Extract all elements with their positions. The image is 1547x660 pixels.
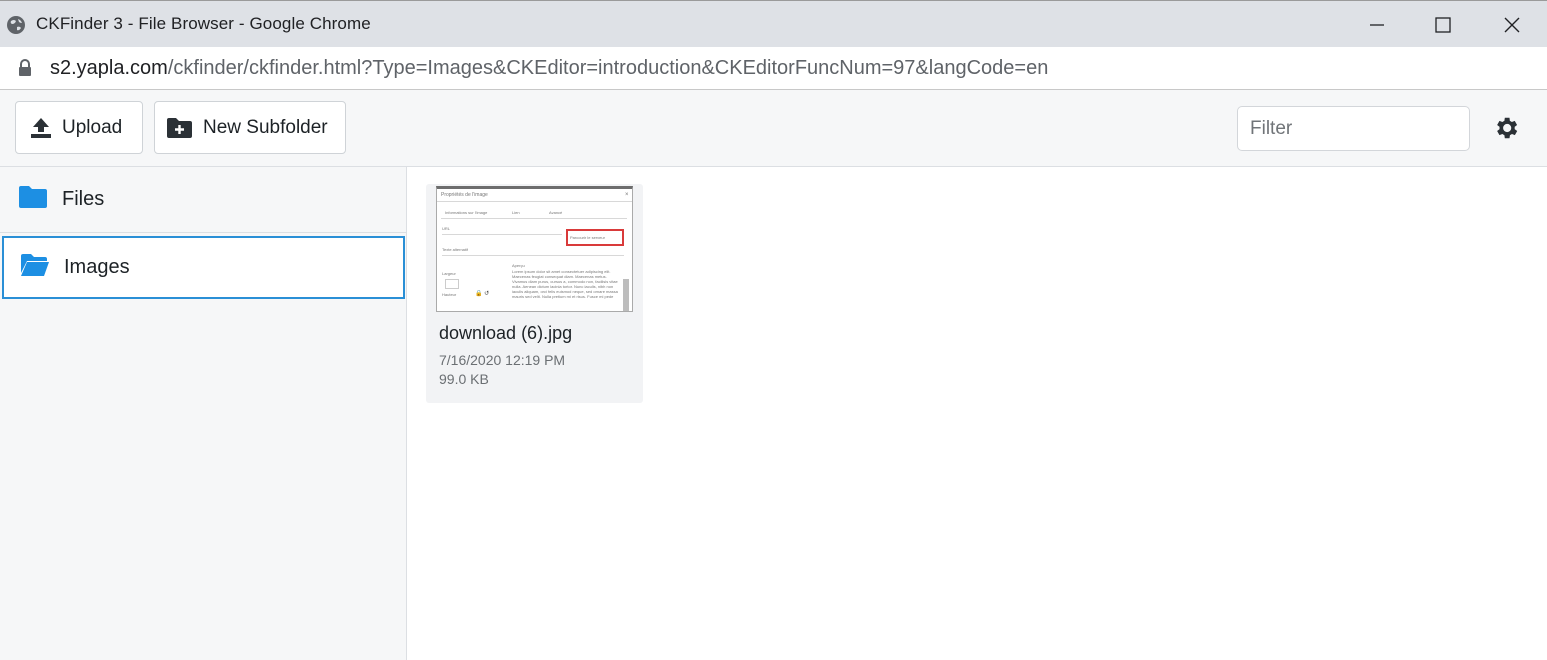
maximize-icon	[1435, 16, 1451, 33]
file-list: Propriétés de l'image × Informations sur…	[408, 167, 1547, 660]
file-date: 7/16/2020 12:19 PM	[439, 352, 566, 368]
file-thumbnail: Propriétés de l'image × Informations sur…	[436, 186, 633, 312]
close-icon	[1504, 17, 1520, 32]
url-host: s2.yapla.com	[50, 57, 168, 79]
folder-item-images[interactable]: Images	[2, 236, 405, 299]
globe-icon	[7, 16, 25, 34]
filter-input[interactable]	[1237, 106, 1470, 151]
folder-item-files[interactable]: Files	[0, 167, 407, 233]
gear-icon[interactable]	[1492, 114, 1520, 142]
new-subfolder-button[interactable]: New Subfolder	[154, 101, 346, 154]
url-path: /ckfinder/ckfinder.html?Type=Images&CKEd…	[167, 57, 1049, 79]
window-titlebar: CKFinder 3 - File Browser - Google Chrom…	[0, 0, 1547, 47]
folder-label: Images	[64, 256, 130, 278]
folder-plus-icon	[166, 117, 193, 139]
new-subfolder-label: New Subfolder	[203, 116, 328, 138]
file-size: 99.0 KB	[439, 371, 489, 387]
upload-icon	[30, 117, 52, 139]
folder-icon	[18, 185, 48, 215]
upload-label: Upload	[62, 116, 123, 138]
file-item[interactable]: Propriétés de l'image × Informations sur…	[426, 184, 643, 403]
folder-label: Files	[62, 188, 105, 210]
minimize-icon	[1370, 23, 1384, 26]
file-name: download (6).jpg	[439, 323, 573, 343]
folder-tree: Files Images	[0, 167, 407, 660]
url-text[interactable]: s2.yapla.com/ckfinder/ckfinder.html?Type…	[50, 57, 1048, 80]
lock-icon	[19, 59, 31, 76]
folder-open-icon	[20, 253, 50, 283]
minimize-button[interactable]	[1344, 1, 1410, 48]
upload-button[interactable]: Upload	[15, 101, 143, 154]
close-button[interactable]	[1479, 1, 1545, 48]
window-title: CKFinder 3 - File Browser - Google Chrom…	[36, 14, 371, 33]
address-bar[interactable]: s2.yapla.com/ckfinder/ckfinder.html?Type…	[0, 47, 1547, 90]
maximize-button[interactable]	[1410, 1, 1476, 48]
toolbar: Upload New Subfolder	[0, 90, 1547, 280]
